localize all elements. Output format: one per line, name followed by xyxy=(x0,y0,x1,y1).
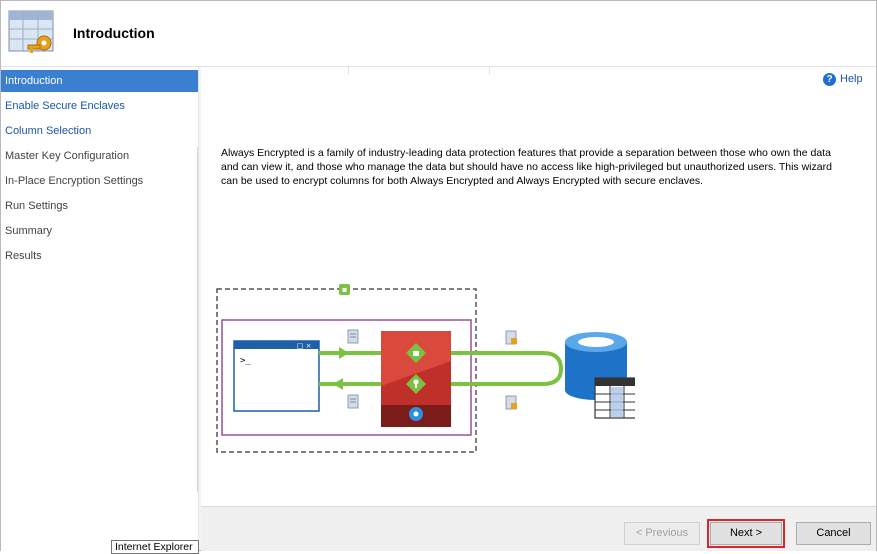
document-icon xyxy=(347,329,359,344)
encrypted-document-icon xyxy=(505,395,517,410)
sidebar-item-enable-secure-enclaves[interactable]: Enable Secure Enclaves xyxy=(1,95,198,117)
divider xyxy=(348,67,349,75)
next-button[interactable]: Next > xyxy=(707,519,785,548)
help-icon: ? xyxy=(823,72,836,86)
sidebar-divider xyxy=(197,147,198,492)
sidebar-item-column-selection[interactable]: Column Selection xyxy=(1,120,198,142)
divider xyxy=(489,67,490,75)
client-app-window: _ □ × >_ xyxy=(233,340,320,412)
help-link[interactable]: ? Help xyxy=(823,71,863,87)
sidebar-item-run-settings: Run Settings xyxy=(5,200,68,212)
wizard-steps-sidebar: Introduction Enable Secure Enclaves Colu… xyxy=(1,67,199,551)
console-prompt-text: >_ xyxy=(240,356,251,366)
table-icon xyxy=(594,377,635,419)
always-encrypted-diagram: _ □ × >_ xyxy=(216,284,635,453)
window-controls-text: _ □ × xyxy=(290,342,311,350)
wizard-table-key-icon xyxy=(8,10,54,53)
intro-description: Always Encrypted is a family of industry… xyxy=(221,147,832,187)
sidebar-item-summary: Summary xyxy=(5,225,53,237)
wizard-window: Introduction Introduction Enable Secure … xyxy=(0,0,877,554)
previous-button[interactable]: < Previous xyxy=(624,522,700,545)
encrypted-document-icon xyxy=(505,330,517,345)
enclave-lock-icon xyxy=(339,284,350,295)
page-title: Introduction xyxy=(73,25,155,41)
wizard-header: Introduction xyxy=(1,1,876,67)
document-icon xyxy=(347,394,359,409)
sidebar-item-introduction[interactable]: Introduction xyxy=(1,70,198,92)
driver-gear-icon xyxy=(409,407,423,421)
sidebar-item-results: Results xyxy=(5,250,42,262)
taskbar-tooltip: Internet Explorer xyxy=(111,540,199,554)
help-label: Help xyxy=(840,73,863,85)
sidebar-item-in-place-encryption-settings: In-Place Encryption Settings xyxy=(5,175,144,187)
cancel-button[interactable]: Cancel xyxy=(796,522,871,545)
sidebar-item-master-key-configuration: Master Key Configuration xyxy=(5,150,130,162)
